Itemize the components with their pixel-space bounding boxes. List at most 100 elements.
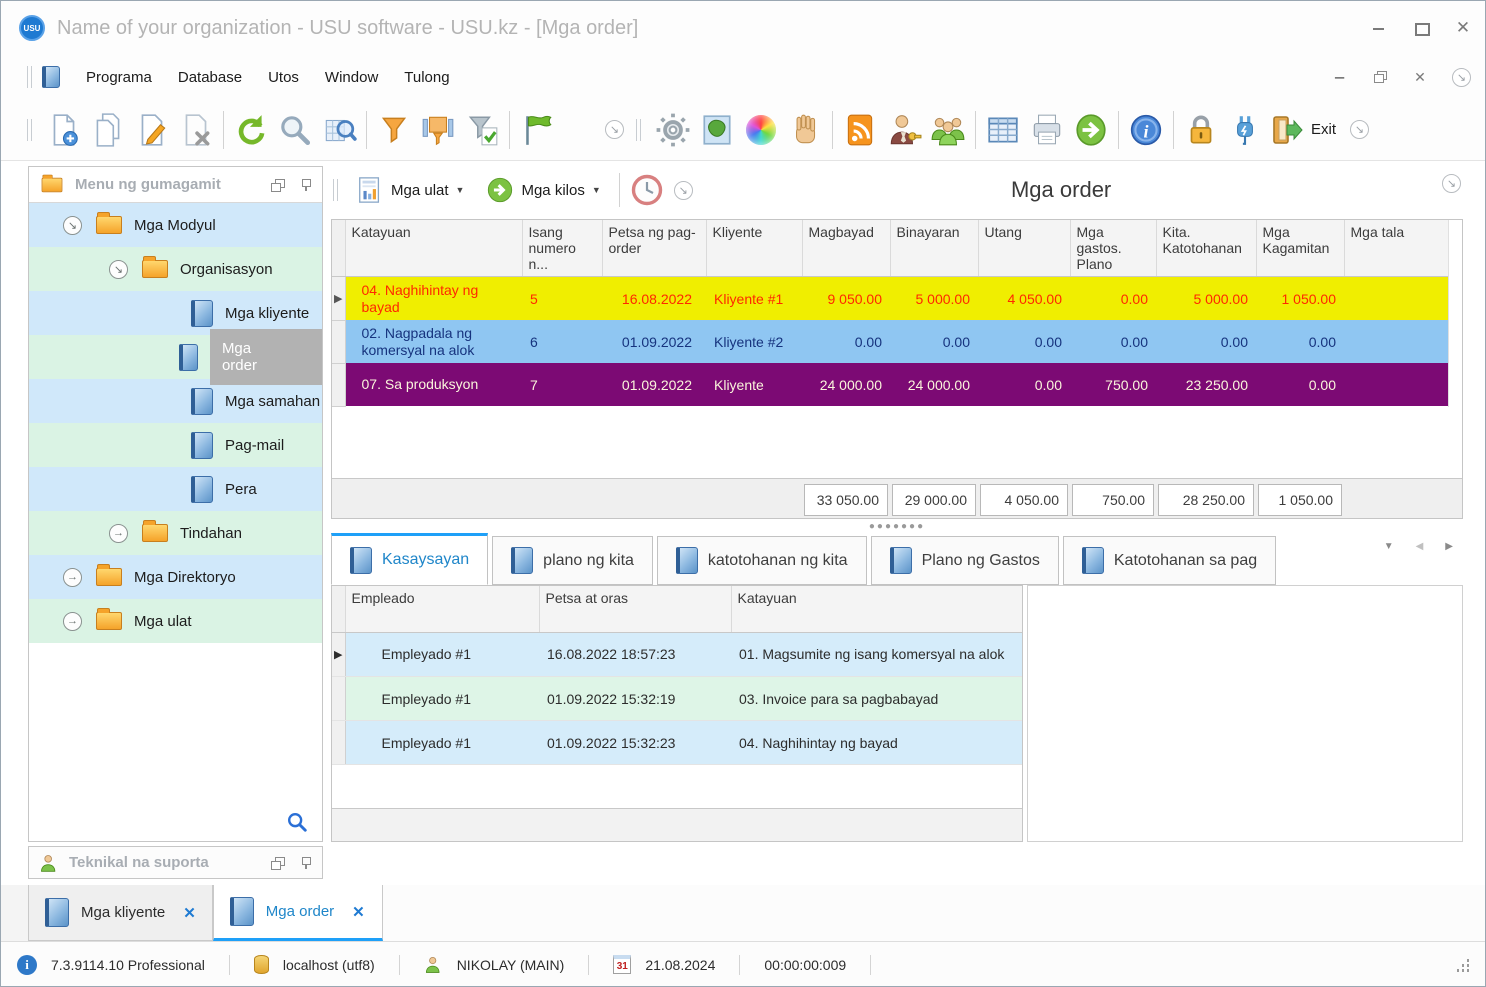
delete-document-icon[interactable] [174,107,218,153]
tree-item-mga-samahan[interactable]: Mga samahan [29,379,322,423]
column-header-magbayad[interactable]: Magbayad [802,220,891,277]
column-header-petsa-at-oras[interactable]: Petsa at oras [539,586,732,633]
tree-item-mga-modyul[interactable]: ↘ Mga Modyul [29,203,322,247]
sidebar-pin-icon[interactable] [300,178,312,191]
scheduler-clock-icon[interactable] [630,173,664,207]
search-grid-icon[interactable] [317,107,361,153]
column-header-gastos-plano[interactable]: Mga gastos. Plano [1070,220,1157,277]
tab-kasaysayan[interactable]: Kasaysayan [331,533,489,585]
tree-search-icon[interactable] [286,811,308,833]
mdi-minimize-button[interactable] [1333,70,1347,84]
lock-icon[interactable] [1179,107,1223,153]
info-icon[interactable]: i [1124,107,1168,153]
tab-close-icon[interactable]: ✕ [183,904,196,922]
collapse-arrow-icon[interactable]: ↘ [63,215,82,235]
copy-document-icon[interactable] [86,107,130,153]
column-header-petsa[interactable]: Petsa ng pag-order [602,220,707,277]
tree-item-organisasyon[interactable]: ↘ Organisasyon [29,247,322,291]
sidebar-restore-icon[interactable] [271,178,285,192]
order-row-1[interactable]: ▶ 04. Naghihintay ng bayad 5 16.08.2022 … [332,277,1448,321]
window-tab-mga-order[interactable]: Mga order ✕ [212,885,383,941]
column-header-utang[interactable]: Utang [978,220,1071,277]
menu-tulong[interactable]: Tulong [404,69,449,86]
menu-programa[interactable]: Programa [86,69,152,86]
grid-empty-area [332,406,1462,478]
settings-gear-icon[interactable] [651,107,695,153]
order-row-2[interactable]: 02. Nagpadala ng komersyal na alok 6 01.… [332,320,1448,364]
plug-icon[interactable] [1223,107,1267,153]
tab-scroll-left-icon[interactable]: ◀ [1416,541,1424,552]
maximize-button[interactable] [1413,20,1430,36]
toolbar-collapse-icon[interactable]: ↘ [605,120,624,139]
tab-close-icon[interactable]: ✕ [352,903,365,921]
pan-hand-icon[interactable] [783,107,827,153]
support-person-icon [41,854,56,872]
minimize-button[interactable] [1371,20,1387,36]
history-row-2[interactable]: Empleyado #1 01.09.2022 15:32:19 03. Inv… [332,676,1022,721]
expand-arrow-icon[interactable]: → [63,611,82,631]
menu-window[interactable]: Window [325,69,378,86]
history-row-1[interactable]: ▶ Empleyado #1 16.08.2022 18:57:23 01. M… [332,632,1022,677]
column-header-kliyente[interactable]: Kliyente [706,220,803,277]
filter-settings-icon[interactable] [416,107,460,153]
support-pin-icon[interactable] [300,856,312,869]
close-button[interactable]: ✕ [1455,19,1471,36]
user-permissions-icon[interactable] [882,107,926,153]
subtoolbar-collapse-icon[interactable]: ↘ [673,180,693,200]
mdi-restore-button[interactable] [1372,69,1388,85]
tab-list-dropdown-icon[interactable]: ▼ [1384,541,1394,552]
print-icon[interactable] [1025,107,1069,153]
column-header-kagamitan[interactable]: Mga Kagamitan [1256,220,1345,277]
tree-item-mga-direktoryo[interactable]: → Mga Direktoryo [29,555,322,599]
expand-arrow-icon[interactable]: → [63,567,82,587]
go-next-icon[interactable] [1069,107,1113,153]
filter-icon[interactable] [372,107,416,153]
actions-button[interactable]: Mga kilos ▼ [478,172,608,208]
refresh-icon[interactable] [229,107,273,153]
collapse-arrow-icon[interactable]: ↘ [109,259,128,279]
history-row-3[interactable]: Empleyado #1 01.09.2022 15:32:23 04. Nag… [332,720,1022,765]
panel-splitter[interactable]: ●●●●●●● [331,521,1463,533]
tree-item-pera[interactable]: Pera [29,467,322,511]
order-row-3[interactable]: 07. Sa produksyon 7 01.09.2022 Kliyente … [332,363,1448,407]
resize-grip[interactable] [1455,958,1469,972]
colors-icon[interactable] [739,107,783,153]
edit-document-icon[interactable] [130,107,174,153]
panel-collapse-icon[interactable]: ↘ [1442,174,1461,193]
user-groups-icon[interactable] [926,107,970,153]
column-header-mga-tala[interactable]: Mga tala [1344,220,1448,277]
mdi-close-button[interactable]: ✕ [1412,69,1428,85]
column-header-numero[interactable]: Isang numero n... [522,220,603,277]
new-document-icon[interactable] [42,107,86,153]
tab-katotohanan-ng-kita[interactable]: katotohanan ng kita [656,536,867,585]
table-icon[interactable] [981,107,1025,153]
search-icon[interactable] [273,107,317,153]
tree-item-tindahan[interactable]: → Tindahan [29,511,322,555]
tab-scroll-right-icon[interactable]: ▶ [1445,541,1453,552]
tab-katotohanan-sa-pag[interactable]: Katotohanan sa pag [1062,536,1277,585]
column-header-katayuan[interactable]: Katayuan [731,586,1022,633]
tree-item-mga-ulat[interactable]: → Mga ulat [29,599,322,643]
column-header-empleado[interactable]: Empleado [345,586,540,633]
tab-plano-ng-gastos[interactable]: Plano ng Gastos [870,536,1059,585]
column-header-kita[interactable]: Kita. Katotohanan [1156,220,1257,277]
menubar-collapse-icon[interactable]: ↘ [1452,67,1471,87]
rss-icon[interactable] [838,107,882,153]
tree-item-mga-order[interactable]: Mga order [29,329,322,385]
toolbar-overflow-icon[interactable]: ↘ [1350,120,1370,139]
exit-icon[interactable]: Exit [1267,107,1336,153]
column-header-binayaran[interactable]: Binayaran [890,220,979,277]
tab-plano-ng-kita[interactable]: plano ng kita [492,536,653,585]
expand-arrow-icon[interactable]: → [109,523,128,543]
menu-database[interactable]: Database [178,69,242,86]
filter-apply-icon[interactable] [460,107,504,153]
tree-item-pag-mail[interactable]: Pag-mail [29,423,322,467]
reports-button[interactable]: Mga ulat ▼ [348,172,472,208]
map-icon[interactable] [695,107,739,153]
window-tab-mga-kliyente[interactable]: Mga kliyente ✕ [28,885,213,941]
support-panel[interactable]: Teknikal na suporta [28,846,323,879]
menu-utos[interactable]: Utos [268,69,299,86]
support-restore-icon[interactable] [271,856,285,870]
flag-icon[interactable] [515,107,559,153]
column-header-katayuan[interactable]: Katayuan [345,220,523,277]
